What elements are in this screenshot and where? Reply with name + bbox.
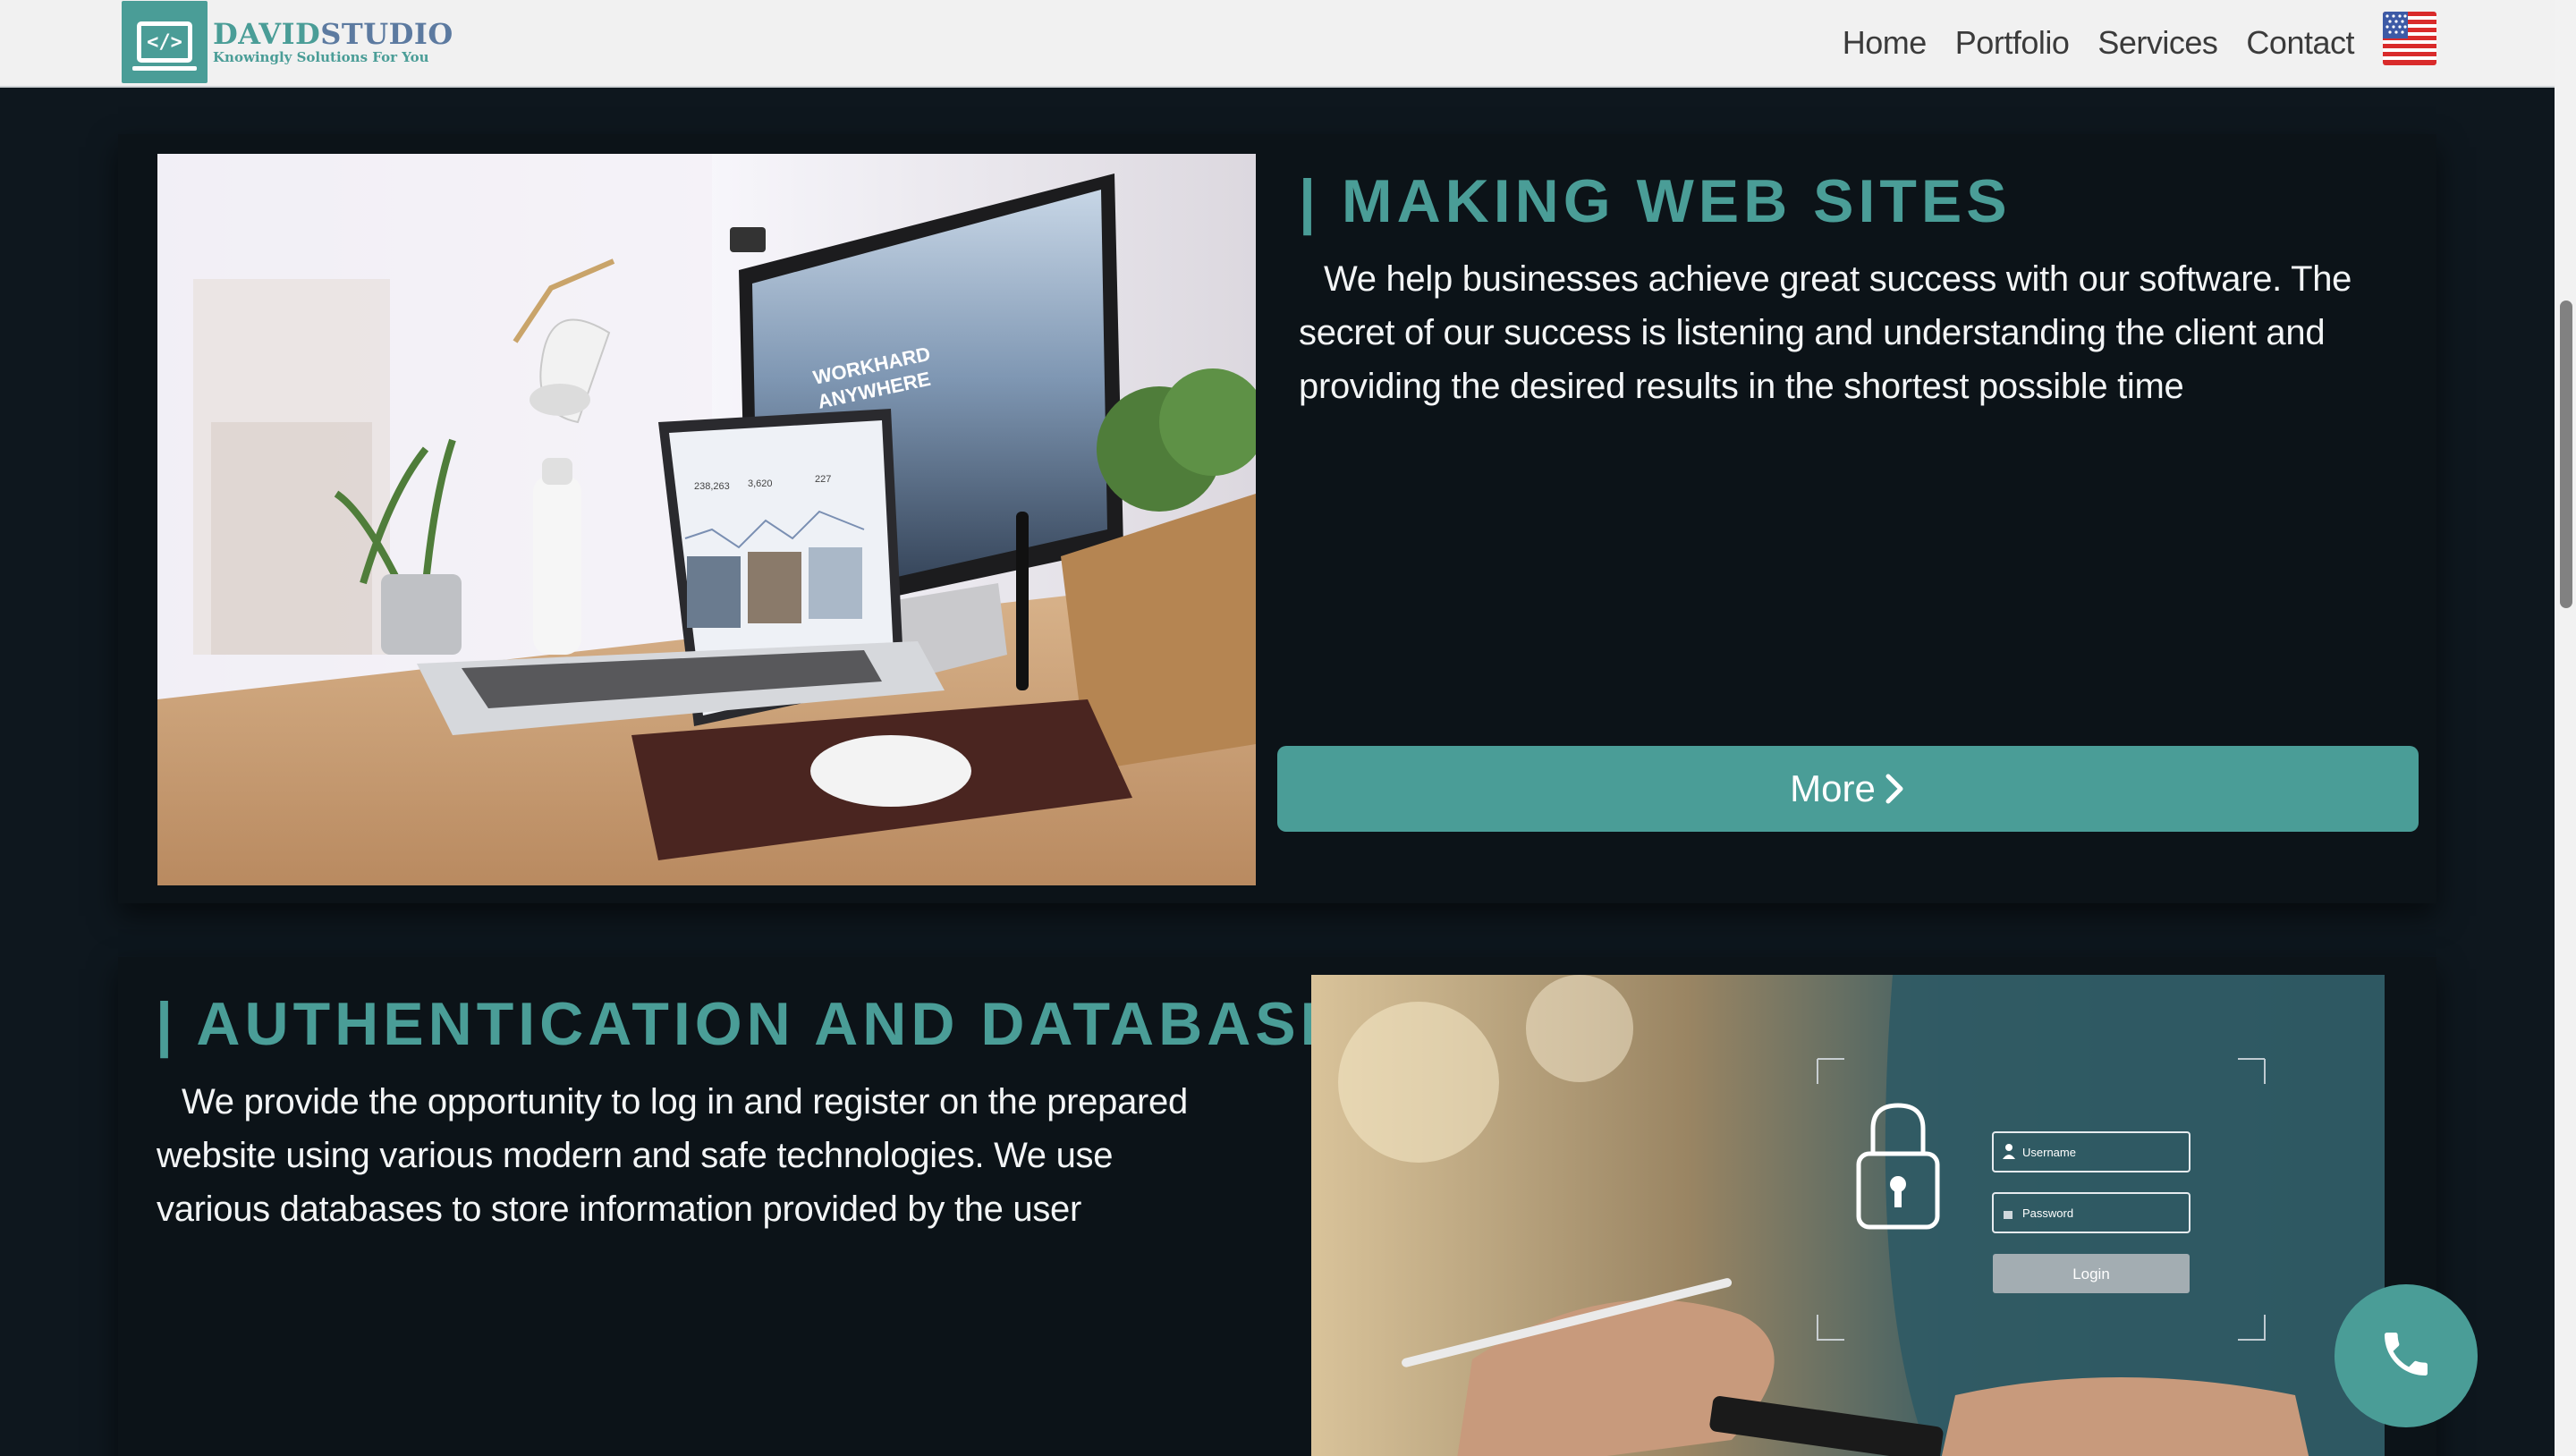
- service-card-auth-db: | AUTHENTICATION AND DATABASE We provide…: [118, 957, 2436, 1456]
- logo-title-part1: DAVID: [213, 17, 321, 51]
- security-login-photo: Username Password Login: [1311, 975, 2385, 1456]
- photo-laptop-stat2: 3,620: [748, 478, 773, 489]
- main-nav: Home Portfolio Services Contact: [1814, 0, 2355, 86]
- page-scrollbar[interactable]: [2555, 0, 2576, 1456]
- logo-title-part2: STUDIO: [320, 17, 453, 51]
- nav-portfolio[interactable]: Portfolio: [1955, 24, 2070, 62]
- code-screen-icon: </>: [122, 1, 208, 83]
- service-card-web-sites: WORKHARD ANYWHERE 238,263 3,620 227 | MA…: [118, 134, 2436, 903]
- login-password-label: Password: [2022, 1206, 2073, 1220]
- nav-contact[interactable]: Contact: [2246, 24, 2354, 62]
- nav-services[interactable]: Services: [2097, 24, 2218, 62]
- us-flag-icon[interactable]: [2383, 12, 2436, 65]
- scrollbar-thumb[interactable]: [2560, 301, 2572, 608]
- desk-computer-photo: WORKHARD ANYWHERE 238,263 3,620 227: [157, 154, 1256, 885]
- call-button[interactable]: [2334, 1284, 2478, 1427]
- photo-laptop-stat3: 227: [815, 474, 831, 485]
- nav-home[interactable]: Home: [1843, 24, 1928, 62]
- login-button-label: Login: [2072, 1266, 2110, 1282]
- section-description-web-sites: We help businesses achieve great success…: [1299, 259, 2352, 406]
- section-title-auth-db: | AUTHENTICATION AND DATABASE: [156, 990, 1346, 1058]
- more-button-label: More: [1790, 767, 1876, 809]
- photo-laptop-stat1: 238,263: [694, 481, 730, 492]
- logo-title: DAVIDSTUDIO: [213, 19, 453, 49]
- logo[interactable]: </> DAVIDSTUDIO Knowingly Solutions For …: [122, 0, 453, 84]
- more-button[interactable]: More: [1277, 746, 2419, 832]
- phone-icon: [2377, 1325, 2435, 1387]
- section-title-web-sites: | MAKING WEB SITES: [1299, 167, 2012, 235]
- login-username-label: Username: [2022, 1146, 2076, 1159]
- section-description-auth-db: We provide the opportunity to log in and…: [157, 1082, 1188, 1229]
- site-header: </> DAVIDSTUDIO Knowingly Solutions For …: [0, 0, 2555, 88]
- logo-text: DAVIDSTUDIO Knowingly Solutions For You: [213, 19, 453, 65]
- logo-subtitle: Knowingly Solutions For You: [213, 49, 429, 65]
- chevron-right-icon: [1883, 773, 1906, 805]
